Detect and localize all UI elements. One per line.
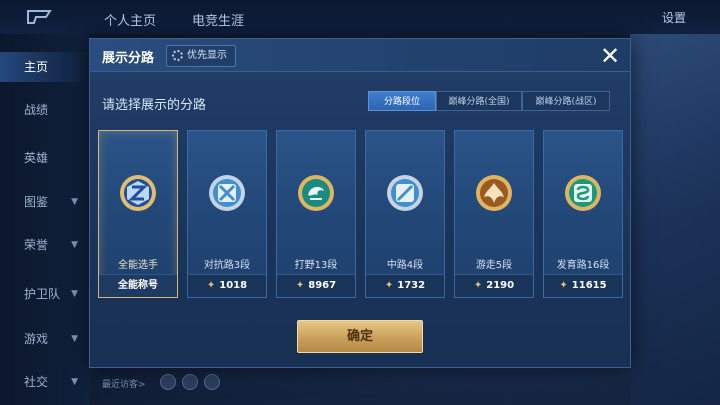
sidebar-item-label: 游戏: [24, 332, 49, 346]
dialog-prompt: 请选择展示的分路: [102, 98, 207, 113]
tab-peak-region[interactable]: 巅峰分路(战区): [522, 91, 610, 111]
score-icon: ✦: [295, 280, 305, 291]
background-art: [630, 34, 720, 405]
lane-card-name: 全能选手: [118, 260, 158, 271]
sidebar-item-honor[interactable]: 荣誉 ▼: [0, 230, 90, 260]
sidebar-item-label: 荣誉: [24, 238, 49, 252]
chevron-down-icon: ▼: [71, 289, 78, 299]
chevron-down-icon: ▼: [71, 377, 78, 387]
lane-score: ✦ 8967: [277, 274, 355, 297]
gear-icon: [172, 50, 183, 61]
sidebar-item-home[interactable]: 主页: [0, 52, 90, 82]
sidebar-item-label: 战绩: [24, 103, 49, 117]
lane-card-clash[interactable]: 对抗路3段 ✦ 1018: [187, 130, 267, 298]
lane-card-name: 中路4段: [386, 260, 424, 271]
lane-score: ✦ 2190: [455, 274, 533, 297]
jungle-badge-icon: [298, 175, 334, 211]
all-round-badge-icon: [120, 175, 156, 211]
back-icon[interactable]: [22, 8, 56, 26]
lane-card-name: 发育路16段: [556, 260, 610, 271]
priority-display-button[interactable]: 优先显示: [166, 45, 236, 67]
sidebar-item-label: 图鉴: [24, 195, 49, 209]
tab-lane-rank[interactable]: 分路段位: [368, 91, 436, 111]
sidebar-item-games[interactable]: 游戏 ▼: [0, 324, 90, 354]
lane-card-roam[interactable]: 游走5段 ✦ 2190: [454, 130, 534, 298]
tab-esports-career[interactable]: 电竞生涯: [192, 10, 244, 29]
recent-visitors-link[interactable]: 最近访客>: [102, 377, 146, 390]
score-icon: ✦: [384, 280, 394, 291]
score-icon: ✦: [559, 280, 568, 291]
clash-lane-badge-icon: [209, 175, 245, 211]
mid-lane-badge-icon: [387, 175, 423, 211]
lane-card-name: 打野13段: [294, 260, 338, 271]
confirm-button[interactable]: 确定: [297, 320, 423, 353]
sidebar-item-social[interactable]: 社交 ▼: [0, 367, 90, 397]
lane-card-all-round[interactable]: 全能选手 全能称号: [98, 130, 178, 298]
sidebar-item-label: 英雄: [24, 151, 49, 165]
chevron-down-icon: ▼: [71, 197, 78, 207]
close-icon: ✕: [599, 42, 621, 70]
sidebar: 主页 战绩 英雄 图鉴 ▼ 荣誉 ▼ 护卫队 ▼ 游戏 ▼ 社交 ▼: [0, 34, 90, 405]
sidebar-item-heroes[interactable]: 英雄: [0, 143, 90, 173]
score-icon: ✦: [473, 280, 483, 291]
all-round-title-label: 全能称号: [99, 274, 177, 297]
sidebar-item-guard[interactable]: 护卫队 ▼: [0, 279, 90, 309]
tab-personal-home[interactable]: 个人主页: [104, 10, 156, 29]
roam-badge-icon: [476, 175, 512, 211]
lane-score: ✦ 1018: [188, 274, 266, 297]
farm-lane-badge-icon: [565, 175, 601, 211]
visitor-avatar[interactable]: [204, 374, 220, 390]
lane-score: ✦ 11615: [544, 274, 622, 297]
lane-score: ✦ 1732: [366, 274, 444, 297]
close-button[interactable]: ✕: [596, 43, 624, 69]
score-icon: ✦: [206, 280, 216, 291]
lane-display-dialog: 展示分路 优先显示 ✕ 请选择展示的分路 分路段位 巅峰分路(全国) 巅峰分路(…: [89, 38, 631, 368]
top-bar: 个人主页 电竞生涯 设置: [0, 0, 720, 34]
visitor-avatar[interactable]: [160, 374, 176, 390]
sidebar-item-label: 社交: [24, 375, 49, 389]
chevron-down-icon: ▼: [71, 240, 78, 250]
dialog-title: 展示分路: [102, 51, 155, 66]
sidebar-item-collection[interactable]: 图鉴 ▼: [0, 187, 90, 217]
settings-button[interactable]: 设置: [662, 9, 686, 26]
chevron-down-icon: ▼: [71, 334, 78, 344]
lane-card-jungle[interactable]: 打野13段 ✦ 8967: [276, 130, 356, 298]
visitor-avatar[interactable]: [182, 374, 198, 390]
priority-label: 优先显示: [187, 50, 227, 61]
sidebar-item-record[interactable]: 战绩: [0, 95, 90, 125]
lane-card-mid[interactable]: 中路4段 ✦ 1732: [365, 130, 445, 298]
lane-card-name: 游走5段: [475, 260, 513, 271]
sidebar-item-label: 护卫队: [24, 287, 61, 301]
lane-card-name: 对抗路3段: [203, 260, 251, 271]
lane-card-farm[interactable]: 发育路16段 ✦ 11615: [543, 130, 623, 298]
tab-peak-national[interactable]: 巅峰分路(全国): [436, 91, 522, 111]
dialog-header: 展示分路 优先显示 ✕: [90, 39, 630, 72]
sidebar-item-label: 主页: [24, 60, 49, 74]
